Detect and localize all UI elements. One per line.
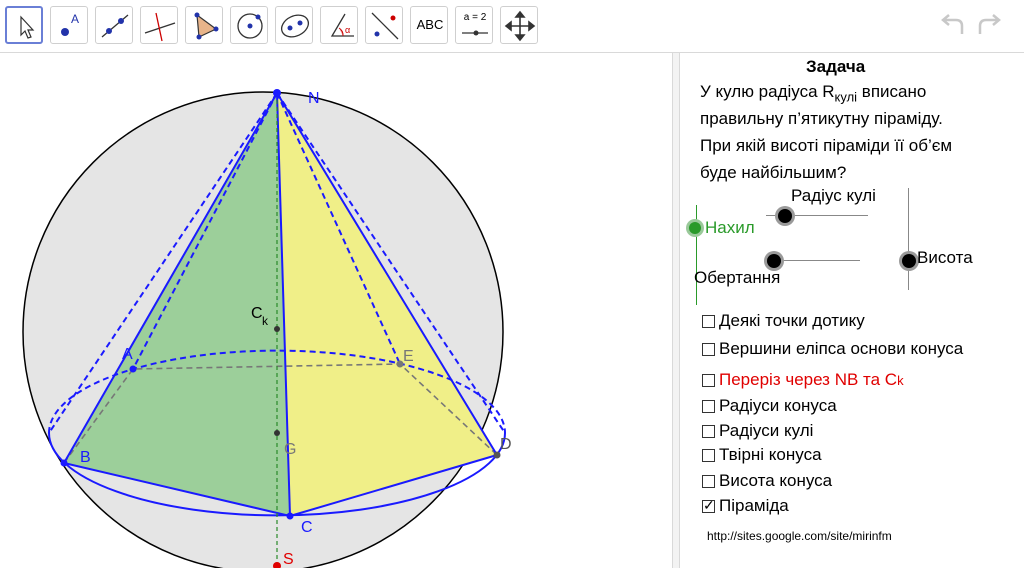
radius-slider-label: Радіус кулі	[791, 186, 876, 205]
source-url[interactable]: http://sites.google.com/site/mirinfm	[707, 529, 892, 543]
tilt-slider-knob[interactable]	[689, 222, 701, 234]
slider-tool-button[interactable]: a = 2	[455, 6, 493, 44]
checkbox-contact-points[interactable]: Деякі точки дотику	[702, 310, 865, 332]
move-view-tool-button[interactable]	[500, 6, 538, 44]
polygon-tool-button[interactable]	[185, 6, 223, 44]
point-B[interactable]	[60, 459, 68, 467]
rotation-slider-label: Обертання	[694, 268, 781, 287]
angle-icon: α	[330, 13, 354, 37]
label-B: B	[80, 449, 91, 466]
checkbox-sphere-radii[interactable]: Радіуси кулі	[702, 420, 813, 442]
label-G: G	[284, 441, 296, 458]
checkbox-cone-generators[interactable]: Твірні конуса	[702, 444, 822, 466]
text-tool-label: ABC	[416, 17, 444, 32]
line-icon	[101, 14, 129, 38]
problem-line-3: При якій висоті піраміди її об’єм	[700, 136, 953, 155]
move-arrows-icon	[504, 10, 536, 42]
label-A: A	[122, 346, 133, 363]
geometry-figure: N C k A E B D G C S	[22, 89, 512, 568]
label-E: E	[403, 348, 414, 365]
label-S: S	[283, 551, 294, 568]
point-Ck[interactable]	[274, 326, 280, 332]
checkbox-box[interactable]	[702, 314, 715, 328]
toolbar: A α ABC a = 2	[0, 0, 1024, 53]
task-title: Задача	[806, 57, 866, 76]
label-C: C	[251, 305, 263, 322]
perpendicular-icon	[144, 12, 176, 42]
checkbox-box[interactable]	[702, 424, 715, 438]
checkbox-box[interactable]	[702, 399, 715, 413]
checkbox-box[interactable]	[702, 373, 715, 387]
checkbox-box[interactable]	[702, 448, 715, 462]
checkbox-section-NB-Ck[interactable]: Переріз через NB та Ck	[702, 369, 904, 391]
rotation-slider-knob[interactable]	[767, 254, 781, 268]
perpendicular-tool-button[interactable]	[140, 6, 178, 44]
undo-icon[interactable]	[938, 14, 968, 38]
label-C-point: C	[301, 519, 313, 536]
rotation-slider-track[interactable]	[768, 260, 860, 261]
checkbox-ellipse-vertices[interactable]: Вершини еліпса основи конуса	[702, 338, 963, 360]
checkbox-box-checked[interactable]	[702, 497, 715, 514]
label-k: k	[262, 314, 269, 328]
ellipse-icon	[280, 14, 310, 38]
line-tool-button[interactable]	[95, 6, 133, 44]
checkbox-pyramid[interactable]: Піраміда	[702, 495, 789, 517]
view-divider[interactable]	[672, 53, 680, 568]
point-N[interactable]	[273, 89, 281, 97]
checkbox-box[interactable]	[702, 342, 715, 356]
point-tool-button[interactable]: A	[50, 6, 88, 44]
problem-line-4: буде найбільшим?	[700, 163, 847, 182]
height-slider-knob[interactable]	[902, 254, 916, 268]
checkbox-cone-radii[interactable]: Радіуси конуса	[702, 395, 837, 417]
redo-icon[interactable]	[974, 14, 1004, 38]
point-icon: A	[61, 12, 79, 36]
reflect-tool-button[interactable]	[365, 6, 403, 44]
checkbox-box[interactable]	[702, 474, 715, 488]
problem-line-2: правильну п’ятикутну піраміду.	[700, 109, 943, 128]
label-D: D	[500, 436, 512, 453]
graphics-view[interactable]: N C k A E B D G C S	[0, 53, 672, 568]
height-slider-track[interactable]	[908, 188, 909, 290]
tilt-slider-label: Нахил	[705, 218, 755, 237]
polygon-icon	[194, 12, 219, 40]
angle-tool-button[interactable]: α	[320, 6, 358, 44]
point-tool-label: A	[71, 12, 79, 26]
label-N: N	[308, 90, 320, 107]
checkbox-cone-height[interactable]: Висота конуса	[702, 470, 832, 492]
slider-icon	[462, 30, 488, 36]
circle-icon	[237, 13, 263, 39]
angle-tool-label: α	[345, 25, 350, 35]
reflect-icon	[371, 12, 399, 40]
problem-line-1: У кулю радіуса Rкулі вписано	[700, 82, 927, 105]
move-tool-button[interactable]	[5, 6, 43, 44]
ellipse-tool-button[interactable]	[275, 6, 313, 44]
cursor-arrow-icon	[20, 15, 35, 39]
radius-slider-knob[interactable]	[778, 209, 792, 223]
point-C[interactable]	[286, 512, 294, 520]
tilt-slider-track[interactable]	[696, 205, 697, 305]
text-tool-button[interactable]: ABC	[410, 6, 448, 44]
point-A[interactable]	[129, 365, 137, 373]
height-slider-label: Висота	[917, 248, 973, 267]
circle-tool-button[interactable]	[230, 6, 268, 44]
point-G[interactable]	[274, 430, 280, 436]
